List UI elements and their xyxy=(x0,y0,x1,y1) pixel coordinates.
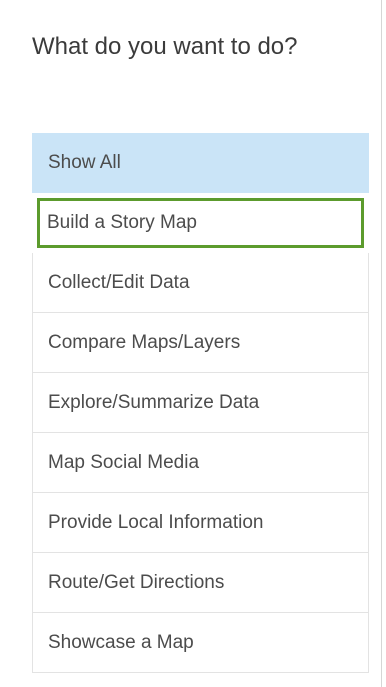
filter-panel: What do you want to do? Show All Build a… xyxy=(0,0,382,687)
filter-menu: Show All Build a Story Map Collect/Edit … xyxy=(32,133,369,673)
panel-heading: What do you want to do? xyxy=(32,33,298,60)
menu-item-route-get-directions[interactable]: Route/Get Directions xyxy=(32,553,369,613)
menu-item-collect-edit-data[interactable]: Collect/Edit Data xyxy=(32,253,369,313)
menu-item-map-social-media[interactable]: Map Social Media xyxy=(32,433,369,493)
menu-item-explore-summarize-data[interactable]: Explore/Summarize Data xyxy=(32,373,369,433)
menu-item-showcase-a-map[interactable]: Showcase a Map xyxy=(32,613,369,673)
menu-item-provide-local-information[interactable]: Provide Local Information xyxy=(32,493,369,553)
menu-item-compare-maps-layers[interactable]: Compare Maps/Layers xyxy=(32,313,369,373)
menu-item-show-all[interactable]: Show All xyxy=(32,133,369,193)
menu-item-build-story-map[interactable]: Build a Story Map xyxy=(32,193,369,253)
